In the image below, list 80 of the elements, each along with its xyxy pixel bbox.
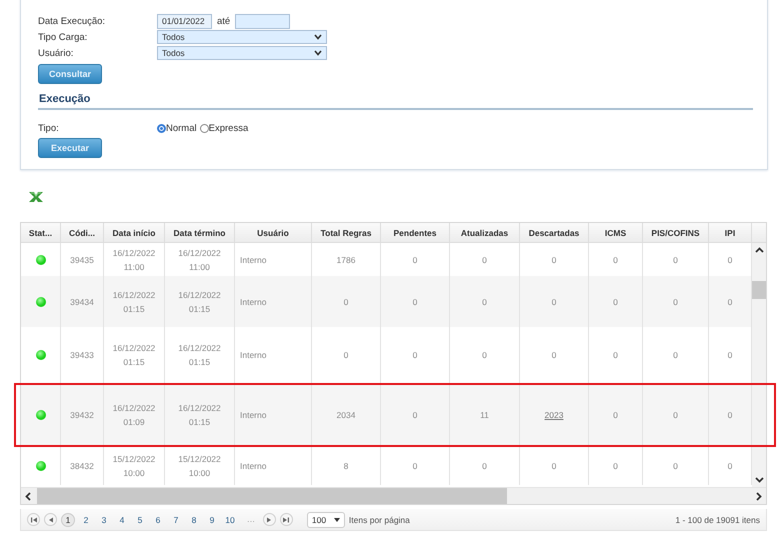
next-page-icon [265,516,274,524]
table-cell: Interno [235,327,312,383]
chevron-right-icon [756,492,762,500]
pager-summary: 1 - 100 de 19091 itens [675,514,760,524]
page-link[interactable]: 8 [187,512,201,526]
table-cell: 38432 [61,447,104,485]
first-page-button[interactable] [27,513,40,526]
table-cell: 0 [450,327,520,383]
field-label: até [217,16,230,26]
table-cell: 15/12/2022 10:00 [165,447,235,485]
chevron-down-icon [314,34,322,40]
chevron-left-icon [25,492,31,500]
dropdown-arrow-icon [334,518,340,522]
field-label: Usuário: [38,48,74,58]
table-cell: 16/12/2022 01:15 [104,327,165,383]
column-header[interactable]: Stat... [21,223,61,242]
table-cell: 0 [589,447,643,485]
page-size-label: Itens por página [348,514,410,524]
cell-link[interactable]: 2023 [544,408,564,422]
table-cell: 16/12/2022 01:15 [165,327,235,383]
section-heading: Execução [38,93,753,110]
page-link[interactable]: 2 [79,512,93,526]
column-header[interactable]: Atualizadas [450,223,520,242]
last-page-icon [282,516,290,524]
previous-page-icon [46,516,54,524]
radio-option[interactable]: Expressa [200,122,248,134]
column-header[interactable]: Data término [165,223,235,242]
select-field[interactable]: Todos [157,30,327,44]
column-header[interactable]: PIS/COFINS [643,223,709,242]
table-cell: 8 [312,447,381,485]
page-link[interactable]: 1 [61,512,75,526]
column-header[interactable]: Data início [104,223,165,242]
radio-icon[interactable] [157,124,166,132]
table-cell: 39433 [61,327,104,383]
scrollbar-thumb[interactable] [752,281,766,299]
previous-page-button[interactable] [44,513,57,526]
table-cell: 0 [450,447,520,485]
column-header[interactable]: IPI [709,223,752,242]
table-cell: 15/12/2022 10:00 [104,447,165,485]
table-cell: Interno [235,447,312,485]
table-cell: 0 [520,447,589,485]
column-header[interactable]: Total Regras [312,223,381,242]
excel-export-icon[interactable] [28,190,44,204]
first-page-icon [30,516,38,524]
next-page-button[interactable] [262,513,276,526]
horizontal-scrollbar[interactable] [21,487,766,504]
table-cell: 0 [643,327,709,383]
column-header[interactable]: Usuário [235,223,312,242]
page-link[interactable]: 5 [133,512,147,526]
column-header[interactable]: ICMS [589,223,643,242]
page-link[interactable]: 10 [223,512,237,526]
scrollbar-thumb[interactable] [37,488,507,504]
table-cell: 0 [520,327,589,383]
column-header[interactable]: Códi... [61,223,104,242]
chevron-down-icon [754,477,764,483]
date-field[interactable]: 01/01/2022 [157,14,212,28]
table-cell: 0 [381,447,450,485]
chevron-up-icon [754,247,764,253]
field-label: Tipo: [38,122,60,134]
page-link[interactable]: 4 [115,512,129,526]
page-link[interactable]: 7 [169,512,183,526]
radio-option[interactable]: Normal [157,122,197,134]
table-cell: 0 [312,327,381,383]
column-header[interactable]: Descartadas [520,223,589,242]
field-label: Tipo Carga: [38,32,88,42]
table-cell: 0 [643,447,709,485]
table-cell: 0 [589,327,643,383]
table-cell: 0 [381,327,450,383]
select-field[interactable]: Todos [157,46,327,60]
vertical-scrollbar[interactable] [752,243,766,487]
chevron-down-icon [314,50,322,56]
page-link[interactable]: 6 [151,512,165,526]
date-field[interactable] [235,14,290,28]
radio-icon[interactable] [200,124,209,132]
page-link[interactable]: 9 [205,512,219,526]
last-page-button[interactable] [280,513,293,526]
column-header[interactable]: Pendentes [381,223,450,242]
page-link[interactable]: 3 [97,512,111,526]
page-size-select[interactable]: 100 [306,512,345,528]
field-label: Data Execução: [38,16,106,26]
